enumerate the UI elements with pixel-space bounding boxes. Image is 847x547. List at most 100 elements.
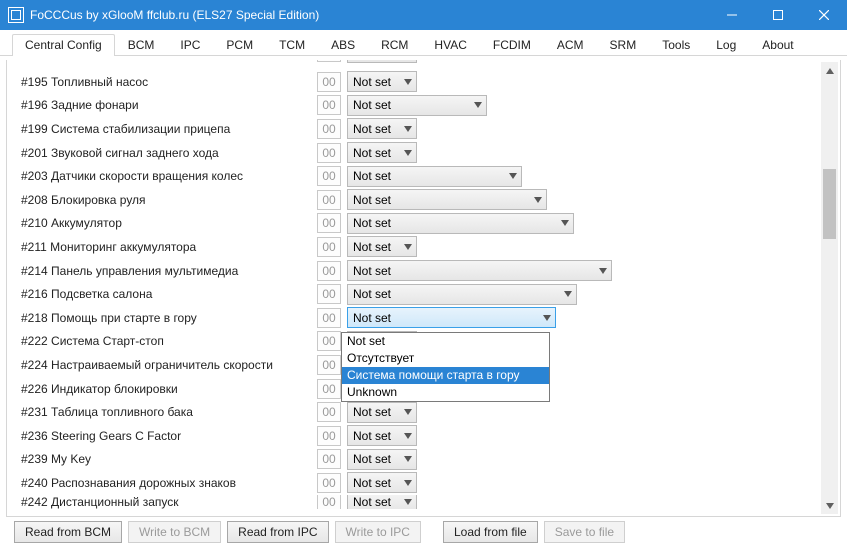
row-hex-input[interactable]: 00	[317, 449, 341, 469]
chevron-down-icon	[399, 237, 416, 256]
row-select[interactable]: Not set	[347, 236, 417, 257]
tab-log[interactable]: Log	[703, 34, 749, 56]
dropdown-option[interactable]: Unknown	[342, 384, 549, 401]
config-row-242: #242 Дистанционный запуск00Not set	[17, 495, 818, 509]
tab-tools[interactable]: Tools	[649, 34, 703, 56]
row-hex-input[interactable]: 00	[317, 119, 341, 139]
read-bcm-button[interactable]: Read from BCM	[14, 521, 122, 543]
row-hex-input[interactable]: 00	[317, 331, 341, 351]
row-label: #222 Система Старт-стоп	[17, 334, 317, 348]
config-row-208: #208 Блокировка руля00Not set	[17, 188, 818, 212]
tab-strip: Central ConfigBCMIPCPCMTCMABSRCMHVACFCDI…	[0, 30, 847, 56]
row-select[interactable]: Not set	[347, 449, 417, 470]
row-hex-input[interactable]: 00	[317, 495, 341, 509]
write-ipc-button[interactable]: Write to IPC	[335, 521, 421, 543]
row-hex-input[interactable]: 00	[317, 379, 341, 399]
dropdown-218-list[interactable]: Not setОтсутствуетСистема помощи старта …	[341, 332, 550, 402]
config-panel: #194 Указатели поворота в зеркалах00Not …	[6, 60, 841, 517]
read-ipc-button[interactable]: Read from IPC	[227, 521, 328, 543]
row-select[interactable]: Not set	[347, 60, 417, 63]
select-value: Not set	[348, 169, 504, 183]
row-hex-input[interactable]: 00	[317, 426, 341, 446]
chevron-down-icon	[469, 96, 486, 115]
scroll-up-icon[interactable]	[821, 62, 838, 79]
chevron-down-icon	[529, 190, 546, 209]
select-value: Not set	[348, 495, 399, 509]
row-label: #216 Подсветка салона	[17, 287, 317, 301]
config-row-210: #210 Аккумулятор00 Not set	[17, 212, 818, 236]
row-label: #231 Таблица топливного бака	[17, 405, 317, 419]
row-hex-input[interactable]: 00	[317, 237, 341, 257]
row-select[interactable]: Not set	[347, 95, 487, 116]
row-hex-input[interactable]: 00	[317, 355, 341, 375]
config-row-239: #239 My Key00Not set	[17, 448, 818, 472]
tab-tcm[interactable]: TCM	[266, 34, 318, 56]
row-select[interactable]: Not set	[347, 166, 522, 187]
row-hex-input[interactable]: 00	[317, 143, 341, 163]
row-hex-input[interactable]: 00	[317, 308, 341, 328]
scroll-track[interactable]	[821, 79, 838, 497]
row-hex-input[interactable]: 00	[317, 473, 341, 493]
select-value: Not set	[348, 98, 469, 112]
dropdown-option[interactable]: Система помощи старта в гору	[342, 367, 549, 384]
row-select[interactable]: Not set	[347, 213, 574, 234]
row-select[interactable]: Not set	[347, 260, 612, 281]
row-select[interactable]: Not set	[347, 71, 417, 92]
row-select[interactable]: Not set	[347, 189, 547, 210]
row-label: #226 Индикатор блокировки	[17, 382, 317, 396]
row-select[interactable]: Not set	[347, 495, 417, 509]
config-row-236: #236 Steering Gears C Factor00 Not set	[17, 424, 818, 448]
row-select[interactable]: Not set	[347, 284, 577, 305]
tab-fcdim[interactable]: FCDIM	[480, 34, 544, 56]
tab-ipc[interactable]: IPC	[167, 34, 213, 56]
row-label: #240 Распознавания дорожных знаков	[17, 476, 317, 490]
dropdown-option[interactable]: Not set	[342, 333, 549, 350]
tab-hvac[interactable]: HVAC	[421, 34, 479, 56]
scroll-thumb[interactable]	[823, 169, 836, 239]
row-select[interactable]: Not set	[347, 142, 417, 163]
load-file-button[interactable]: Load from file	[443, 521, 538, 543]
row-label: #199 Система стабилизации прицепа	[17, 122, 317, 136]
row-hex-input[interactable]: 00	[317, 284, 341, 304]
tab-srm[interactable]: SRM	[597, 34, 650, 56]
select-value: Not set	[348, 429, 399, 443]
tab-bcm[interactable]: BCM	[115, 34, 168, 56]
row-hex-input[interactable]: 00	[317, 213, 341, 233]
scroll-down-icon[interactable]	[821, 497, 838, 514]
vertical-scrollbar[interactable]	[821, 62, 838, 514]
row-hex-input[interactable]: 00	[317, 190, 341, 210]
row-label: #201 Звуковой сигнал заднего хода	[17, 146, 317, 160]
row-hex-input[interactable]: 00	[317, 72, 341, 92]
minimize-button[interactable]	[709, 0, 755, 30]
chevron-down-icon	[399, 143, 416, 162]
row-select[interactable]: Not set	[347, 118, 417, 139]
select-value: Not set	[348, 264, 594, 278]
chevron-down-icon	[399, 426, 416, 445]
chevron-down-icon	[594, 261, 611, 280]
row-select[interactable]: Not set	[347, 425, 417, 446]
save-file-button[interactable]: Save to file	[544, 521, 625, 543]
close-button[interactable]	[801, 0, 847, 30]
row-label: #236 Steering Gears C Factor	[17, 429, 317, 443]
row-hex-input[interactable]: 00	[317, 166, 341, 186]
tab-acm[interactable]: ACM	[544, 34, 597, 56]
row-label: #210 Аккумулятор	[17, 216, 317, 230]
tab-rcm[interactable]: RCM	[368, 34, 421, 56]
chevron-down-icon	[504, 167, 521, 186]
tab-abs[interactable]: ABS	[318, 34, 368, 56]
tab-pcm[interactable]: PCM	[213, 34, 266, 56]
row-select[interactable]: Not set	[347, 307, 556, 328]
tab-central-config[interactable]: Central Config	[12, 34, 115, 56]
row-select[interactable]: Not set	[347, 402, 417, 423]
row-hex-input[interactable]: 00	[317, 261, 341, 281]
tab-about[interactable]: About	[749, 34, 806, 56]
window-title: FoCCCus by xGlooM ffclub.ru (ELS27 Speci…	[30, 8, 319, 22]
dropdown-option[interactable]: Отсутствует	[342, 350, 549, 367]
maximize-button[interactable]	[755, 0, 801, 30]
row-hex-input[interactable]: 00	[317, 60, 341, 62]
row-hex-input[interactable]: 00	[317, 402, 341, 422]
write-bcm-button[interactable]: Write to BCM	[128, 521, 221, 543]
row-hex-input[interactable]: 00	[317, 95, 341, 115]
row-select[interactable]: Not set	[347, 472, 417, 493]
config-row-196: #196 Задние фонари00Not set	[17, 94, 818, 118]
